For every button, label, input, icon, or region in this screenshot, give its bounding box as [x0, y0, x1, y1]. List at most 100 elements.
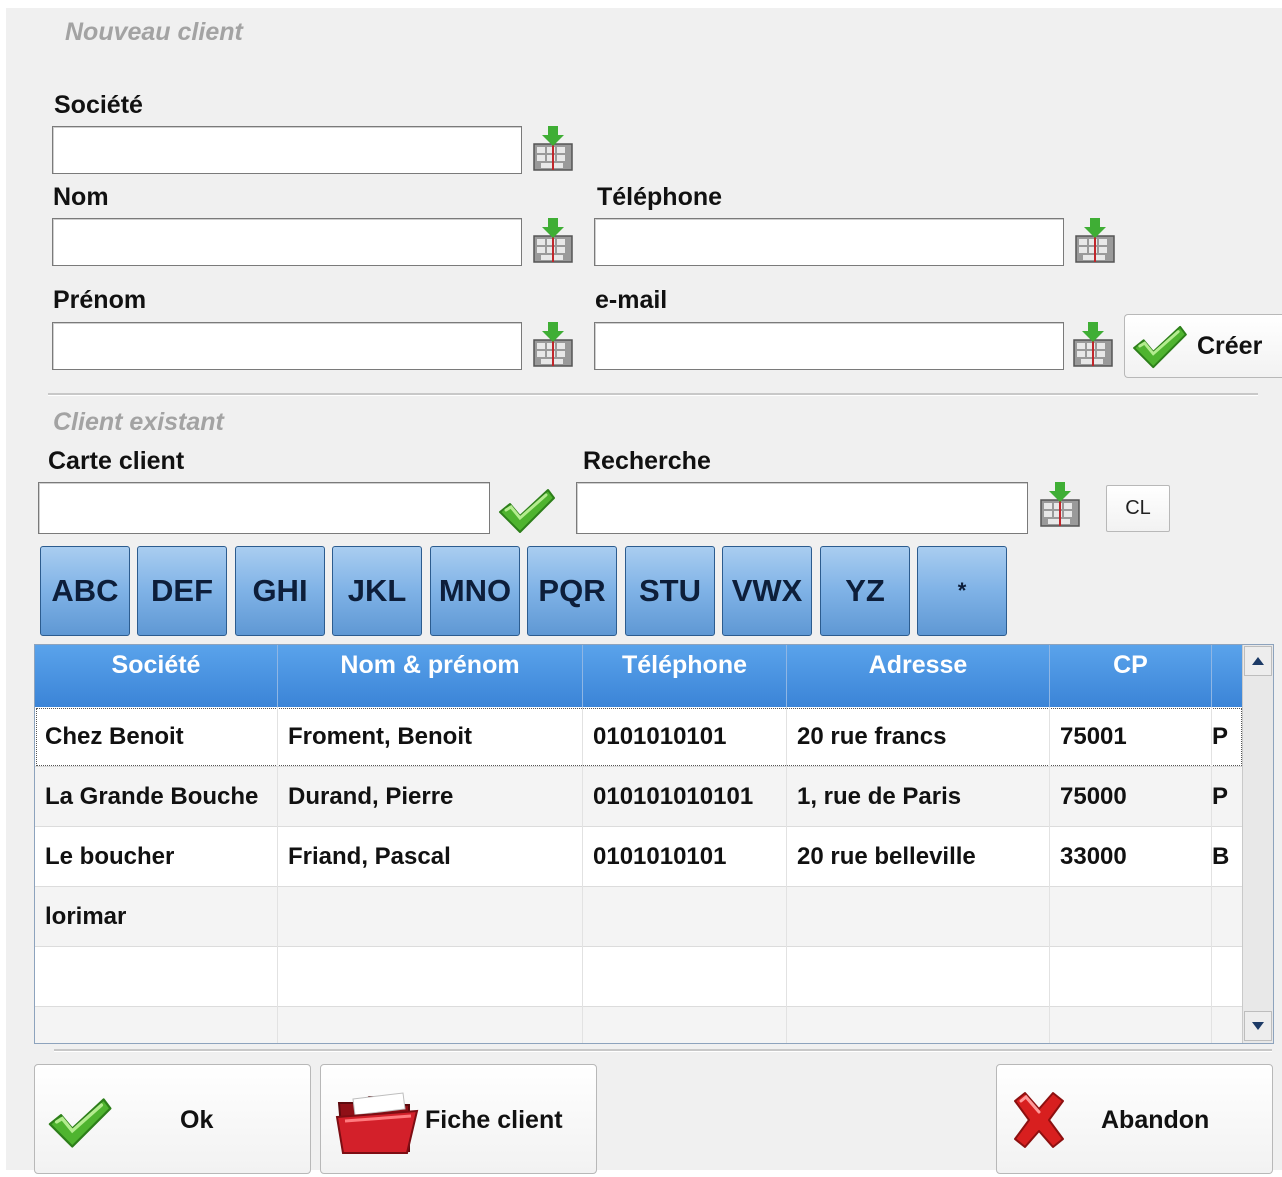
alpha-filter-ghi[interactable]: GHI [235, 546, 325, 636]
table-row[interactable]: Le boucher Friand, Pascal 0101010101 20 … [35, 827, 1243, 887]
cell-societe: Chez Benoit [35, 707, 278, 767]
nom-label: Nom [53, 183, 109, 211]
alpha-filter-vwx[interactable]: VWX [722, 546, 812, 636]
arrow-up-icon [1252, 657, 1264, 665]
prenom-input[interactable] [52, 322, 522, 370]
telephone-input[interactable] [594, 218, 1064, 266]
check-icon[interactable] [494, 486, 558, 536]
cell-ville: B [1212, 843, 1230, 870]
column-header-adresse[interactable]: Adresse [787, 645, 1050, 707]
cell-cp: 75000 [1050, 767, 1212, 827]
client-table: Société Nom & prénom Téléphone Adresse C… [34, 644, 1274, 1044]
cell-adresse: 1, rue de Paris [787, 767, 1050, 827]
column-header-societe[interactable]: Société [35, 645, 278, 707]
table-header: Société Nom & prénom Téléphone Adresse C… [35, 645, 1243, 707]
cell-nom-prenom [278, 947, 583, 1007]
cell-societe: lorimar [35, 887, 278, 947]
cell-ville [1212, 1007, 1243, 1043]
table-row[interactable] [35, 947, 1243, 1007]
alpha-filter-all[interactable]: * [917, 546, 1007, 636]
table-row[interactable]: lorimar [35, 887, 1243, 947]
check-icon [1129, 323, 1189, 371]
cell-adresse: 20 rue francs [787, 707, 1050, 767]
cell-nom-prenom: Durand, Pierre [278, 767, 583, 827]
cell-adresse [787, 887, 1050, 947]
cell-telephone: 010101010101 [583, 767, 787, 827]
cell-cp [1050, 1007, 1212, 1043]
keyboard-icon[interactable] [1070, 216, 1120, 266]
table-scrollbar[interactable] [1242, 645, 1273, 1043]
alpha-filter-def[interactable]: DEF [137, 546, 227, 636]
cell-nom-prenom [278, 1007, 583, 1043]
cell-telephone [583, 947, 787, 1007]
cell-telephone [583, 887, 787, 947]
column-header-cp[interactable]: CP [1050, 645, 1212, 707]
fiche-client-button[interactable]: Fiche client [320, 1064, 597, 1174]
alpha-filter-stu[interactable]: STU [625, 546, 715, 636]
table-row[interactable] [35, 1007, 1243, 1043]
cell-adresse: 20 rue belleville [787, 827, 1050, 887]
cell-societe: Le boucher [35, 827, 278, 887]
alpha-filter-yz[interactable]: YZ [820, 546, 910, 636]
cell-cp [1050, 947, 1212, 1007]
prenom-label: Prénom [53, 286, 147, 314]
scroll-down-button[interactable] [1244, 1011, 1272, 1041]
cell-ville: P [1212, 783, 1229, 810]
clear-button[interactable]: CL [1106, 485, 1170, 532]
cell-nom-prenom [278, 887, 583, 947]
email-input[interactable] [594, 322, 1064, 370]
scroll-up-button[interactable] [1244, 646, 1272, 676]
ok-button-label: Ok [180, 1106, 214, 1134]
abandon-button[interactable]: Abandon [996, 1064, 1273, 1174]
create-button-label: Créer [1197, 332, 1263, 360]
recherche-input[interactable] [576, 482, 1028, 534]
cell-telephone: 0101010101 [583, 827, 787, 887]
fiche-client-button-label: Fiche client [425, 1106, 563, 1134]
cell-societe: La Grande Bouche [35, 767, 278, 827]
alpha-filter-abc[interactable]: ABC [40, 546, 130, 636]
keyboard-icon[interactable] [1035, 480, 1085, 530]
table-row[interactable]: Chez Benoit Froment, Benoit 0101010101 2… [35, 707, 1243, 767]
create-button[interactable]: Créer [1124, 314, 1282, 378]
telephone-label: Téléphone [597, 183, 723, 211]
recherche-label: Recherche [583, 447, 711, 475]
cell-societe [35, 947, 278, 1007]
keyboard-icon[interactable] [528, 124, 578, 174]
alpha-filter-jkl[interactable]: JKL [332, 546, 422, 636]
cell-cp [1050, 887, 1212, 947]
ok-button[interactable]: Ok [34, 1064, 311, 1174]
cell-telephone [583, 1007, 787, 1043]
footer-divider [54, 1049, 1272, 1052]
email-label: e-mail [595, 286, 668, 314]
column-header-nom-prenom[interactable]: Nom & prénom [278, 645, 583, 707]
column-header-telephone[interactable]: Téléphone [583, 645, 787, 707]
cell-cp: 75001 [1050, 707, 1212, 767]
cell-telephone: 0101010101 [583, 707, 787, 767]
cell-nom-prenom: Friand, Pascal [278, 827, 583, 887]
alpha-filter-mno[interactable]: MNO [430, 546, 520, 636]
cell-ville [1212, 887, 1243, 947]
carte-label: Carte client [48, 447, 185, 475]
section-divider [48, 393, 1258, 396]
cross-icon [1014, 1092, 1064, 1148]
folder-icon [335, 1092, 419, 1154]
societe-input[interactable] [52, 126, 522, 174]
cell-adresse [787, 1007, 1050, 1043]
cell-cp: 33000 [1050, 827, 1212, 887]
societe-label: Société [54, 91, 143, 119]
abandon-button-label: Abandon [1101, 1106, 1210, 1134]
nom-input[interactable] [52, 218, 522, 266]
keyboard-icon[interactable] [528, 216, 578, 266]
keyboard-icon[interactable] [1068, 320, 1118, 370]
cell-nom-prenom: Froment, Benoit [278, 707, 583, 767]
cell-societe [35, 1007, 278, 1043]
alpha-filter-pqr[interactable]: PQR [527, 546, 617, 636]
carte-client-input[interactable] [38, 482, 490, 534]
existing-client-title: Client existant [53, 408, 224, 436]
cell-adresse [787, 947, 1050, 1007]
check-icon [45, 1095, 113, 1151]
new-client-title: Nouveau client [65, 18, 243, 46]
arrow-down-icon [1252, 1022, 1264, 1030]
keyboard-icon[interactable] [528, 320, 578, 370]
table-row[interactable]: La Grande Bouche Durand, Pierre 01010101… [35, 767, 1243, 827]
